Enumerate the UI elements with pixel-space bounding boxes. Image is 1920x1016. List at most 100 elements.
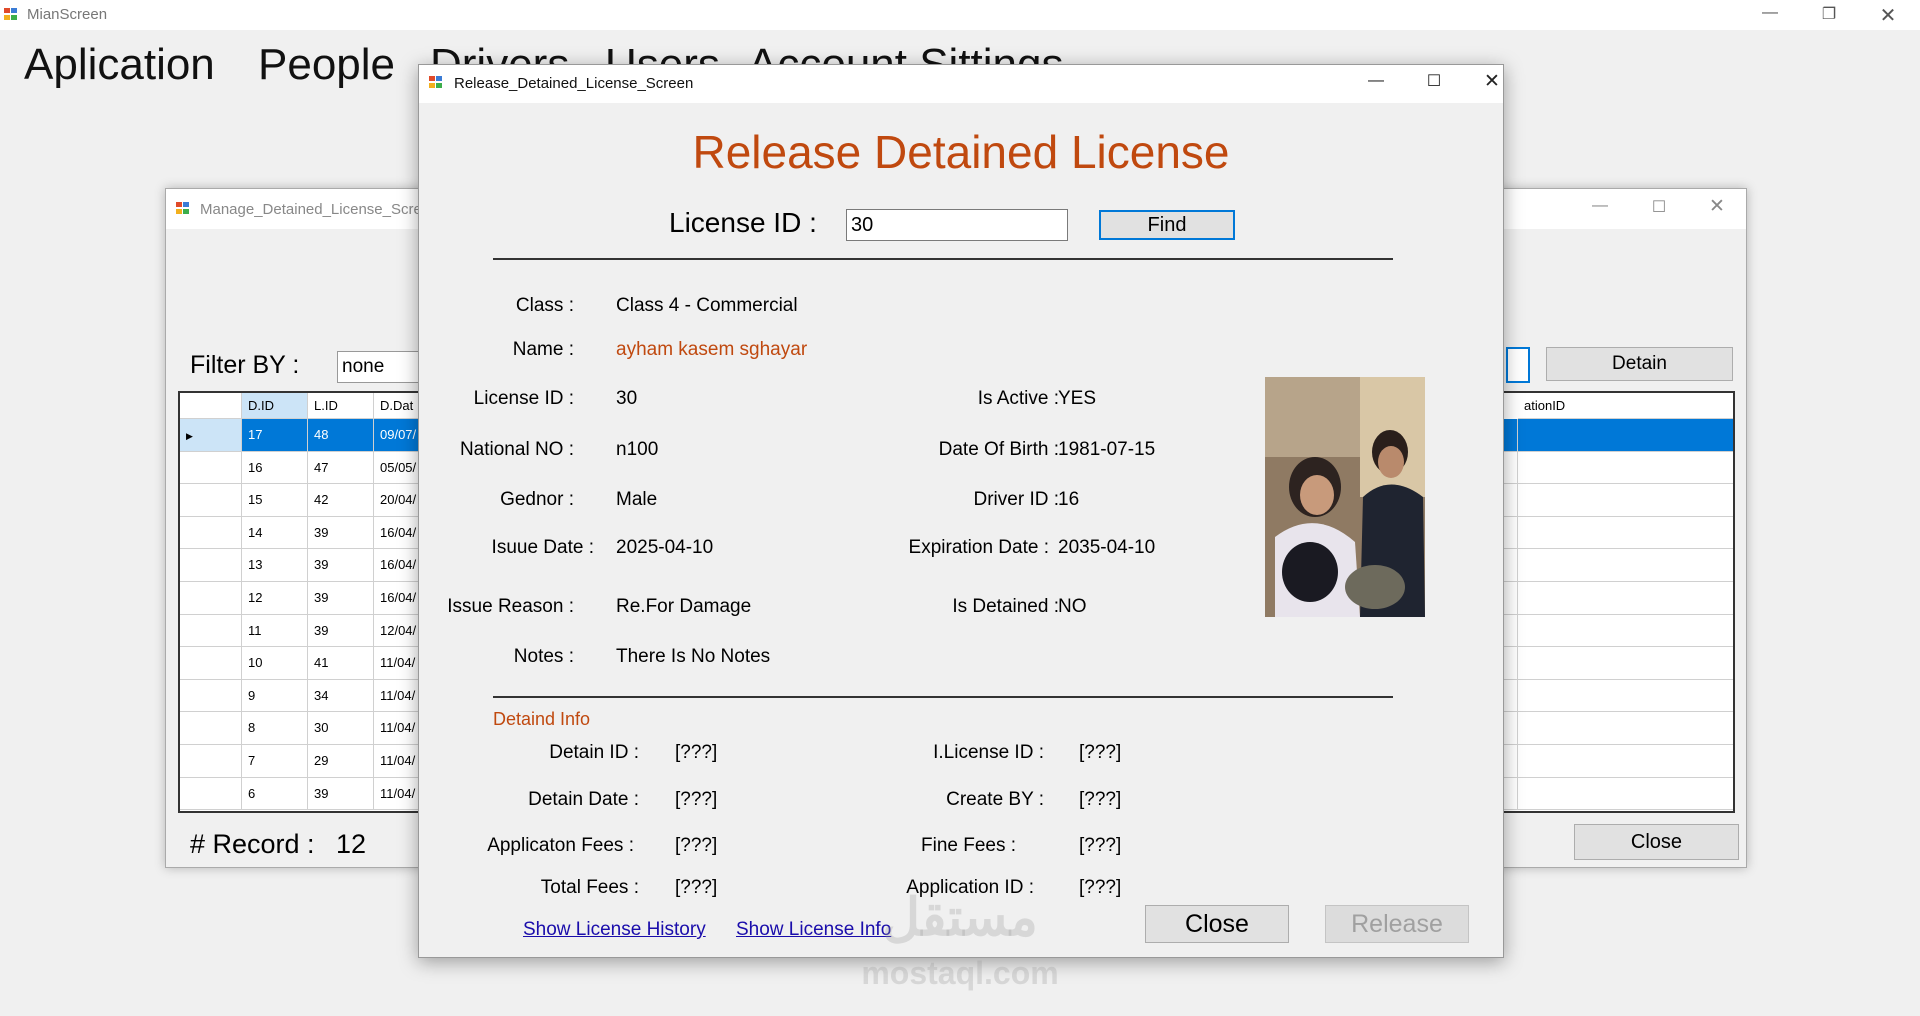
find-button[interactable]: Find bbox=[1099, 210, 1235, 240]
divider bbox=[493, 696, 1393, 698]
cell-application-id[interactable] bbox=[1518, 712, 1733, 745]
cell-lid[interactable]: 39 bbox=[308, 614, 374, 648]
app-icon bbox=[176, 202, 190, 215]
cell-application-id[interactable] bbox=[1518, 778, 1733, 811]
row-header[interactable] bbox=[180, 777, 242, 811]
filter-label: Filter BY : bbox=[190, 351, 300, 379]
detain-date-value: [???] bbox=[675, 789, 718, 810]
record-label: # Record : bbox=[190, 829, 315, 859]
fine-fees-value: [???] bbox=[1079, 835, 1122, 856]
cell-lid[interactable]: 42 bbox=[308, 484, 374, 517]
minimize-icon[interactable]: — bbox=[1356, 72, 1396, 90]
maximize-icon[interactable]: ☐ bbox=[1414, 71, 1454, 91]
cell-lid[interactable]: 29 bbox=[308, 745, 374, 778]
license-id-input[interactable]: 30 bbox=[846, 209, 1068, 241]
row-header[interactable] bbox=[180, 549, 242, 582]
fine-fees-label: Fine Fees : bbox=[921, 835, 1017, 856]
cell-lid[interactable]: 30 bbox=[308, 712, 374, 745]
main-titlebar: MianScreen — ❐ ✕ bbox=[0, 0, 1920, 30]
release-button[interactable]: Release bbox=[1325, 905, 1469, 943]
filter-input[interactable] bbox=[1506, 347, 1530, 383]
license-id-search-label: License ID : bbox=[669, 207, 817, 238]
cell-lid[interactable]: 41 bbox=[308, 647, 374, 680]
restore-icon[interactable]: ❐ bbox=[1809, 4, 1849, 24]
row-header[interactable] bbox=[180, 679, 242, 713]
cell-did[interactable]: 17 bbox=[242, 419, 308, 452]
menu-item-aplication[interactable]: Aplication bbox=[24, 40, 215, 90]
row-header[interactable] bbox=[180, 582, 242, 615]
close-icon[interactable]: ✕ bbox=[1868, 3, 1908, 28]
close-icon[interactable]: ✕ bbox=[1472, 70, 1512, 93]
issue-reason-label: Issue Reason : bbox=[447, 596, 574, 617]
column-header-did[interactable]: D.ID bbox=[242, 393, 308, 419]
row-header[interactable] bbox=[180, 745, 242, 778]
license-id-value: 30 bbox=[616, 388, 638, 409]
column-header-lid[interactable]: L.ID bbox=[308, 393, 374, 419]
cell-did[interactable]: 6 bbox=[242, 777, 308, 811]
row-header[interactable] bbox=[180, 451, 242, 485]
cell-application-id[interactable] bbox=[1518, 484, 1733, 517]
application-id-value: [???] bbox=[1079, 877, 1122, 898]
is-detained-value: NO bbox=[1058, 596, 1087, 617]
national-no-label: National NO : bbox=[459, 439, 574, 460]
manage-window-title: Manage_Detained_License_Screen bbox=[200, 201, 439, 218]
total-fees-value: [???] bbox=[675, 877, 718, 898]
cell-did[interactable]: 14 bbox=[242, 516, 308, 550]
watermark-url: mostaql.com bbox=[861, 955, 1059, 991]
cell-application-id[interactable] bbox=[1518, 517, 1733, 550]
row-header[interactable] bbox=[180, 614, 242, 648]
cell-did[interactable]: 9 bbox=[242, 679, 308, 713]
cell-application-id[interactable] bbox=[1518, 419, 1733, 452]
cell-application-id[interactable] bbox=[1518, 647, 1733, 680]
cell-did[interactable]: 7 bbox=[242, 745, 308, 778]
grid-corner bbox=[180, 393, 242, 419]
detain-date-label: Detain Date : bbox=[528, 789, 639, 810]
cell-did[interactable]: 8 bbox=[242, 712, 308, 745]
dob-label: Date Of Birth : bbox=[938, 439, 1059, 460]
manage-close-button[interactable]: Close bbox=[1574, 824, 1739, 860]
divider bbox=[493, 258, 1393, 260]
issue-reason-value: Re.For Damage bbox=[616, 596, 752, 617]
release-close-button[interactable]: Close bbox=[1145, 905, 1289, 943]
notes-value: There Is No Notes bbox=[616, 646, 771, 667]
cell-application-id[interactable] bbox=[1518, 615, 1733, 648]
row-header[interactable] bbox=[180, 516, 242, 550]
minimize-icon[interactable]: — bbox=[1580, 197, 1620, 215]
column-header-application-id[interactable]: ationID bbox=[1518, 393, 1733, 419]
maximize-icon[interactable]: ☐ bbox=[1639, 197, 1679, 217]
cell-lid[interactable]: 39 bbox=[308, 777, 374, 811]
cell-did[interactable]: 13 bbox=[242, 549, 308, 582]
cell-did[interactable]: 11 bbox=[242, 614, 308, 648]
minimize-icon[interactable]: — bbox=[1750, 4, 1790, 22]
cell-did[interactable]: 12 bbox=[242, 582, 308, 615]
menu-item-people[interactable]: People bbox=[258, 40, 395, 90]
cell-application-id[interactable] bbox=[1518, 582, 1733, 615]
application-fees-value: [???] bbox=[675, 835, 718, 856]
license-id-label: License ID : bbox=[473, 388, 574, 409]
total-fees-label: Total Fees : bbox=[540, 877, 639, 898]
row-header[interactable] bbox=[180, 712, 242, 745]
cell-application-id[interactable] bbox=[1518, 452, 1733, 485]
cell-lid[interactable]: 48 bbox=[308, 419, 374, 452]
cell-did[interactable]: 15 bbox=[242, 484, 308, 517]
cell-lid[interactable]: 39 bbox=[308, 582, 374, 615]
cell-lid[interactable]: 34 bbox=[308, 679, 374, 713]
cell-did[interactable]: 10 bbox=[242, 647, 308, 680]
cell-lid[interactable]: 47 bbox=[308, 451, 374, 485]
close-icon[interactable]: ✕ bbox=[1697, 195, 1737, 218]
row-header[interactable] bbox=[180, 484, 242, 517]
detain-id-value: [???] bbox=[675, 742, 718, 763]
cell-application-id[interactable] bbox=[1518, 745, 1733, 778]
detain-button[interactable]: Detain bbox=[1546, 347, 1733, 381]
cell-application-id[interactable] bbox=[1518, 549, 1733, 582]
cell-lid[interactable]: 39 bbox=[308, 516, 374, 550]
show-license-history-link[interactable]: Show License History bbox=[523, 919, 706, 941]
row-header[interactable] bbox=[180, 647, 242, 680]
row-header[interactable]: ▶ bbox=[180, 419, 242, 452]
cell-lid[interactable]: 39 bbox=[308, 549, 374, 582]
cell-application-id[interactable] bbox=[1518, 680, 1733, 713]
driver-id-value: 16 bbox=[1058, 489, 1080, 510]
gender-label: Gednor : bbox=[500, 489, 574, 510]
cell-did[interactable]: 16 bbox=[242, 451, 308, 485]
class-value: Class 4 - Commercial bbox=[616, 295, 798, 316]
